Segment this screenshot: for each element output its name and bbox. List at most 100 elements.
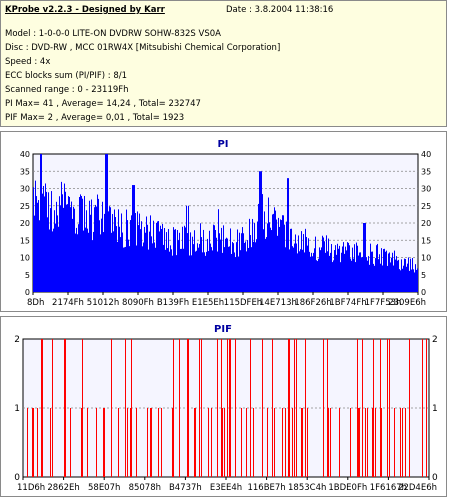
pi-bar [352,247,353,292]
pi-bar [151,236,152,292]
drive-model: Model : 1-0-0-0 LITE-ON DVDRW SOHW-832S … [5,29,221,39]
pi-bar [133,185,134,292]
pi-bar [343,242,344,292]
pi-bar [122,232,123,292]
pi-bar [364,223,365,292]
pi-bar [102,201,103,292]
pi-bar [108,211,109,292]
pi-bar [70,207,71,292]
pi-bar [40,154,41,292]
pi-bar [269,222,270,292]
pi-bar [324,241,325,292]
pi-bar [225,238,226,292]
pi-bar [312,256,313,292]
pi-bar [56,201,57,292]
pif-bar [409,339,410,477]
pi-bar [265,238,266,292]
pi-bar [196,250,197,292]
pi-bar [210,243,211,292]
pi-bar [317,261,318,292]
pi-bar [48,192,49,292]
y-tick-label: 0 [25,288,30,297]
pi-bar [296,243,297,292]
pi-bar [290,228,291,292]
app-title: KProbe v2.2.3 - Designed by Karr [5,5,165,15]
pi-bar [271,230,272,292]
pi-bar [150,215,151,292]
pif-bar [130,408,131,477]
pi-bar [83,230,84,292]
pi-bar [78,224,79,292]
pi-bar [176,255,177,292]
pi-bar [414,272,415,292]
pi-bar [117,241,118,292]
pi-bar [93,231,94,292]
pi-bar [58,226,59,292]
x-tick-label: 2309E6h [388,298,426,308]
pi-bar [322,235,323,292]
pif-bar [111,339,112,477]
pi-bar [298,235,299,292]
y-tick-label: 40 [20,150,30,159]
pi-bar [235,257,236,292]
pi-bar [112,214,113,292]
pi-bar [211,247,212,292]
pi-bar [89,200,90,292]
pi-bar [382,265,383,292]
pi-bar [282,215,283,292]
pif-bar [217,339,218,477]
pi-bar [383,249,384,292]
pi-bar [107,154,108,292]
pi-bar [172,255,173,292]
pif-bar [32,408,33,477]
pi-bar [49,229,50,292]
pif-bar [104,408,105,477]
pi-bar [249,218,250,292]
pif-bar [172,408,173,477]
x-tick-label: 14E713h [259,298,297,308]
pi-bar [195,251,196,292]
pif-bar [301,408,302,477]
pi-bar [144,226,145,292]
pi-bar [152,243,153,292]
pi-bar [302,249,303,292]
x-tick-label: 85078h [129,483,161,493]
pi-bar [276,219,277,292]
pi-bar [361,257,362,292]
pi-bar [186,205,187,292]
pi-bar [273,213,274,292]
pi-bar [68,196,69,292]
pif-bar [158,408,159,477]
pi-bar [259,171,260,292]
pi-bar [85,227,86,292]
pi-bar [62,194,63,292]
pif-bar [373,339,374,477]
pi-bar [350,258,351,292]
pi-bar [134,185,135,292]
pi-bar [115,217,116,292]
pi-bar [411,269,412,292]
pi-bar [346,250,347,292]
pi-bar [143,242,144,292]
pi-bar [250,235,251,292]
pi-bar [320,250,321,292]
pi-bar [106,154,107,292]
pi-bar [291,228,292,292]
pi-bar [316,260,317,292]
pi-bar [60,205,61,292]
pi-bar [116,226,117,292]
pi-bar [247,240,248,292]
pi-bar [218,209,219,292]
pi-bar [253,241,254,292]
pi-bar [327,251,328,292]
pi-bar [223,225,224,292]
pi-bar [313,252,314,292]
pif-bar [387,339,388,477]
x-tick-label: E1E5Eh [192,298,224,308]
pi-bar [76,227,77,292]
pi-bar [52,231,53,292]
pif-bar [42,339,43,477]
x-tick-label: 2862Eh [47,483,79,493]
pif-bar [241,408,242,477]
pi-bar [109,206,110,292]
